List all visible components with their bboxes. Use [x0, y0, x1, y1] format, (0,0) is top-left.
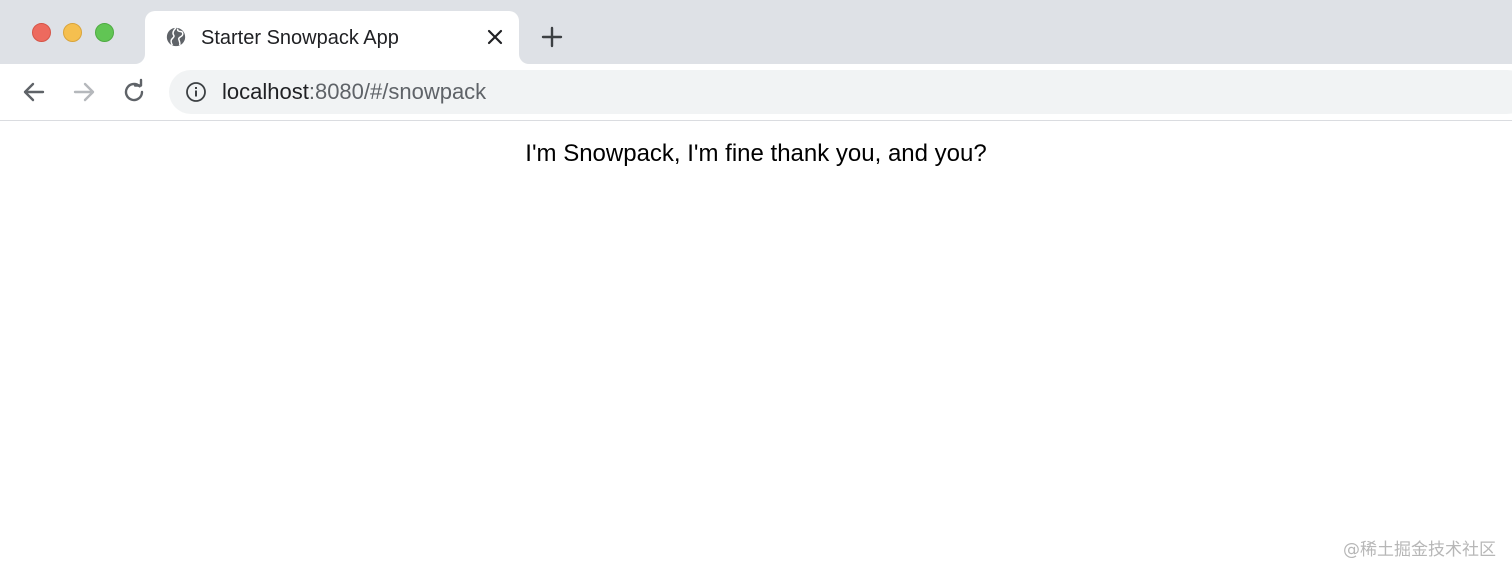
address-bar[interactable]: localhost:8080/#/snowpack	[169, 70, 1512, 114]
globe-icon	[166, 27, 186, 47]
minimize-window-button[interactable]	[63, 23, 82, 42]
arrow-right-icon[interactable]	[70, 78, 98, 106]
close-icon[interactable]	[485, 27, 505, 47]
plus-icon[interactable]	[540, 25, 564, 49]
url-host: localhost	[222, 79, 309, 104]
watermark: @稀土掘金技术社区	[1343, 540, 1496, 560]
arrow-left-icon[interactable]	[20, 78, 48, 106]
browser-toolbar: localhost:8080/#/snowpack	[0, 64, 1512, 121]
tab-active[interactable]: Starter Snowpack App	[145, 11, 519, 64]
url-path: :8080/#/snowpack	[308, 79, 487, 104]
url-text: localhost:8080/#/snowpack	[222, 80, 486, 104]
info-icon[interactable]	[185, 81, 207, 103]
page-content: I'm Snowpack, I'm fine thank you, and yo…	[0, 121, 1512, 574]
page-message: I'm Snowpack, I'm fine thank you, and yo…	[525, 140, 987, 167]
close-window-button[interactable]	[32, 23, 51, 42]
browser-window: Starter Snowpack App localhost:8080/#/sn…	[0, 0, 1512, 574]
zoom-window-button[interactable]	[95, 23, 114, 42]
reload-icon[interactable]	[120, 78, 148, 106]
tab-title: Starter Snowpack App	[201, 27, 399, 49]
tab-strip: Starter Snowpack App	[0, 0, 1512, 64]
